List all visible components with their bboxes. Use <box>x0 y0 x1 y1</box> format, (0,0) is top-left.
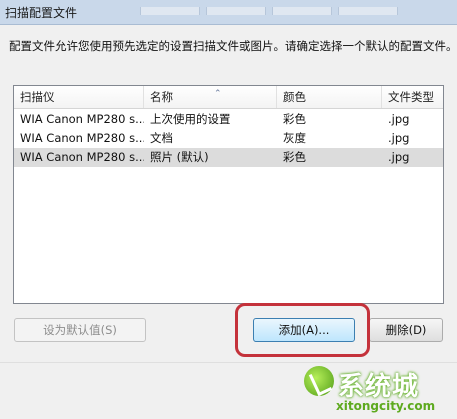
logo-icon <box>304 366 334 396</box>
title-bar: 扫描配置文件 <box>0 0 457 25</box>
cell-filetype: .jpg <box>388 150 410 164</box>
description-text: 配置文件允许您使用预先选定的设置扫描文件或图片。请确定选择一个默认的配置文件。 <box>9 39 457 53</box>
cell-scanner: WIA Canon MP280 s... <box>20 150 144 164</box>
column-header-scanner[interactable]: 扫描仪 <box>14 86 144 108</box>
profile-list[interactable]: 扫描仪 ⌃ 名称 颜色 文件类型 WIA Canon MP280 s... 上次… <box>13 85 444 304</box>
cell-color: 彩色 <box>283 112 306 126</box>
cell-color: 灰度 <box>283 131 306 145</box>
cell-filetype: .jpg <box>388 131 410 145</box>
list-row-selected[interactable]: WIA Canon MP280 s... 照片 (默认) 彩色 .jpg <box>14 148 443 167</box>
list-row[interactable]: WIA Canon MP280 s... 上次使用的设置 彩色 .jpg <box>14 110 443 129</box>
list-row[interactable]: WIA Canon MP280 s... 文档 灰度 .jpg <box>14 129 443 148</box>
column-header-label: 文件类型 <box>388 90 434 104</box>
list-header: 扫描仪 ⌃ 名称 颜色 文件类型 <box>14 86 443 109</box>
delete-button[interactable]: 删除(D) <box>369 318 443 342</box>
sort-ascending-icon: ⌃ <box>214 89 222 99</box>
set-default-button[interactable]: 设为默认值(S) <box>14 318 146 342</box>
background-tabs <box>140 0 440 15</box>
column-header-color[interactable]: 颜色 <box>277 86 382 108</box>
column-header-filetype[interactable]: 文件类型 <box>382 86 443 108</box>
cell-name: 照片 (默认) <box>150 150 209 164</box>
watermark-url: xitongcity.com <box>336 399 436 413</box>
column-header-label: 颜色 <box>283 90 306 104</box>
cell-filetype: .jpg <box>388 112 410 126</box>
cell-color: 彩色 <box>283 150 306 164</box>
column-header-label: 名称 <box>150 90 173 104</box>
cell-name: 文档 <box>150 131 173 145</box>
column-header-label: 扫描仪 <box>20 90 55 104</box>
cell-scanner: WIA Canon MP280 s... <box>20 131 144 145</box>
cell-name: 上次使用的设置 <box>150 112 231 126</box>
highlight-annotation <box>235 303 370 357</box>
watermark-text: 系统城 <box>338 372 420 402</box>
column-header-name[interactable]: ⌃ 名称 <box>144 86 277 108</box>
cell-scanner: WIA Canon MP280 s... <box>20 112 144 126</box>
watermark: 系统城 xitongcity.com <box>294 362 454 418</box>
window-title: 扫描配置文件 <box>5 6 78 20</box>
